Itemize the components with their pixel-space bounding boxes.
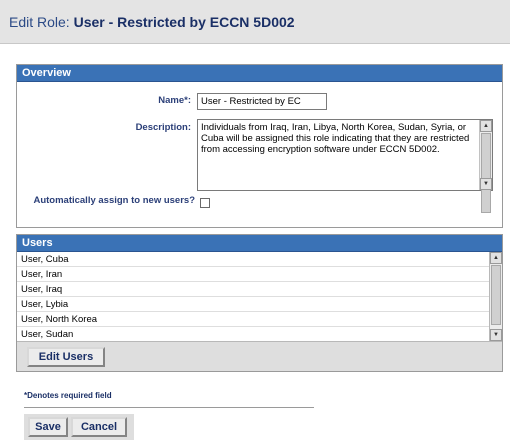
description-scrollbar-thumb[interactable]: [481, 133, 491, 213]
overview-section-header: Overview: [17, 65, 502, 82]
scroll-up-arrow-icon[interactable]: ▲: [480, 120, 492, 132]
users-section: Users User, Cuba User, Iran User, Iraq U…: [16, 234, 503, 372]
divider: [24, 407, 314, 408]
list-item[interactable]: User, Lybia: [17, 297, 489, 312]
users-scrollbar-thumb[interactable]: [491, 265, 501, 325]
description-label: Description:: [135, 122, 191, 133]
auto-assign-label: Automatically assign to new users?: [33, 195, 195, 206]
auto-assign-checkbox[interactable]: [200, 198, 210, 208]
page-title-role-name: User - Restricted by ECCN 5D002: [73, 14, 295, 30]
scroll-up-arrow-icon[interactable]: ▲: [490, 252, 502, 264]
users-listbox[interactable]: User, Cuba User, Iran User, Iraq User, L…: [17, 252, 502, 342]
users-list-rows: User, Cuba User, Iran User, Iraq User, L…: [17, 252, 489, 341]
save-button[interactable]: Save: [28, 417, 68, 437]
footer-buttons: Save Cancel: [24, 414, 134, 440]
name-label: Name*:: [158, 95, 191, 106]
list-item[interactable]: User, North Korea: [17, 312, 489, 327]
edit-users-button[interactable]: Edit Users: [27, 347, 105, 367]
page-header: Edit Role: User - Restricted by ECCN 5D0…: [0, 0, 510, 44]
list-item[interactable]: User, Iraq: [17, 282, 489, 297]
description-textarea[interactable]: Individuals from Iraq, Iran, Libya, Nort…: [197, 119, 493, 213]
description-text[interactable]: Individuals from Iraq, Iran, Libya, Nort…: [198, 120, 478, 190]
users-section-header: Users: [17, 235, 502, 252]
name-field[interactable]: [197, 93, 327, 110]
list-item[interactable]: User, Sudan: [17, 327, 489, 341]
cancel-button[interactable]: Cancel: [71, 417, 127, 437]
overview-section: Overview Name*: Description: Individuals…: [16, 64, 503, 228]
users-scrollbar[interactable]: ▲ ▼: [489, 252, 502, 341]
description-scrollbar[interactable]: ▲ ▼: [479, 120, 492, 213]
page-title-prefix: Edit Role:: [9, 14, 70, 30]
edit-users-bar: Edit Users: [17, 342, 502, 371]
scroll-down-arrow-icon[interactable]: ▼: [490, 329, 502, 341]
list-item[interactable]: User, Iran: [17, 267, 489, 282]
required-field-note: *Denotes required field: [24, 391, 112, 400]
page-title: Edit Role: User - Restricted by ECCN 5D0…: [9, 14, 295, 30]
list-item[interactable]: User, Cuba: [17, 252, 489, 267]
scroll-down-arrow-icon[interactable]: ▼: [480, 178, 492, 190]
